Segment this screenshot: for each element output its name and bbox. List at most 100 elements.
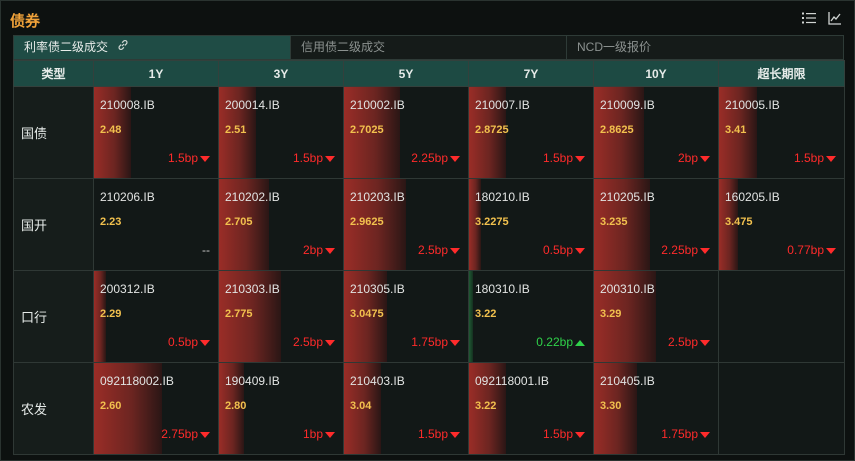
triangle-down-icon (200, 431, 210, 438)
bond-yield: 3.0475 (350, 308, 384, 320)
yield-change: 1.5bp (543, 427, 585, 441)
yield-change: 1.75bp (411, 335, 460, 349)
bond-cell-content: 210202.IB 2.705 2bp (219, 179, 343, 270)
triangle-down-icon (450, 247, 460, 254)
empty-cell (718, 362, 845, 455)
bond-cell[interactable]: 092118001.IB 3.22 1.5bp (468, 362, 594, 455)
bond-cell-content: 210303.IB 2.775 2.5bp (219, 271, 343, 362)
yield-change: 2.75bp (161, 427, 210, 441)
yield-change-text: 2.25bp (661, 243, 698, 257)
triangle-down-icon (200, 339, 210, 346)
bond-cell[interactable]: 210203.IB 2.9625 2.5bp (343, 178, 469, 271)
bond-code: 092118001.IB (475, 374, 549, 388)
table-row: 口行 200312.IB 2.29 0.5bp 210303.IB 2.775 2.5bp 2… (13, 270, 845, 363)
bond-cell[interactable]: 200310.IB 3.29 2.5bp (593, 270, 719, 363)
row-label: 国开 (13, 178, 94, 271)
bond-cell[interactable]: 160205.IB 3.475 0.77bp (718, 178, 845, 271)
bond-yield: 2.51 (225, 124, 247, 136)
bond-cell[interactable]: 210005.IB 3.41 1.5bp (718, 86, 845, 179)
yield-change: 2.5bp (668, 335, 710, 349)
bond-code: 200014.IB (225, 98, 280, 112)
triangle-down-icon (575, 247, 585, 254)
yield-change-text: 2bp (677, 151, 698, 165)
bond-code: 210405.IB (600, 374, 655, 388)
bond-cell-content: 210008.IB 2.48 1.5bp (94, 87, 218, 178)
tab-ncd-primary[interactable]: NCD一级报价 (567, 36, 843, 59)
table-row: 国债 210008.IB 2.48 1.5bp 200014.IB 2.51 1.5bp 21… (13, 86, 845, 179)
bond-code: 200310.IB (600, 282, 655, 296)
bond-cell[interactable]: 210403.IB 3.04 1.5bp (343, 362, 469, 455)
bond-yield: 3.30 (600, 400, 622, 412)
tab-rate-bond-secondary[interactable]: 利率债二级成交 (14, 36, 291, 59)
bond-code: 210005.IB (725, 98, 780, 112)
triangle-down-icon (325, 247, 335, 254)
bond-cell[interactable]: 200312.IB 2.29 0.5bp (93, 270, 219, 363)
bond-cell[interactable]: 210009.IB 2.8625 2bp (593, 86, 719, 179)
bond-cell-content: 190409.IB 2.80 1bp (219, 363, 343, 454)
bond-code: 210007.IB (475, 98, 530, 112)
bond-code: 210206.IB (100, 190, 155, 204)
tab-credit-bond-secondary[interactable]: 信用债二级成交 (291, 36, 567, 59)
yield-change: 2.25bp (411, 151, 460, 165)
bond-yield: 2.80 (225, 400, 247, 412)
list-icon[interactable] (802, 11, 816, 25)
col-header-ultra-long[interactable]: 超长期限 (718, 60, 845, 87)
bond-cell[interactable]: 210002.IB 2.7025 2.25bp (343, 86, 469, 179)
yield-change-text: 2bp (302, 243, 323, 257)
change-heat-bar (469, 271, 473, 362)
bond-cell[interactable]: 210303.IB 2.775 2.5bp (218, 270, 344, 363)
col-header-5y[interactable]: 5Y (343, 60, 469, 87)
bond-cell[interactable]: 092118002.IB 2.60 2.75bp (93, 362, 219, 455)
bond-cell[interactable]: 190409.IB 2.80 1bp (218, 362, 344, 455)
yield-change: 0.5bp (168, 335, 210, 349)
panel-title: 债券 (10, 13, 41, 30)
bond-cell[interactable]: 180310.IB 3.22 0.22bp (468, 270, 594, 363)
col-header-10y[interactable]: 10Y (593, 60, 719, 87)
bond-cell-content: 160205.IB 3.475 0.77bp (719, 179, 844, 270)
yield-change-text: 1.75bp (411, 335, 448, 349)
bond-yield: 2.9625 (350, 216, 384, 228)
header-icons (802, 11, 842, 25)
yield-change-text: 1.5bp (417, 427, 448, 441)
col-header-7y[interactable]: 7Y (468, 60, 594, 87)
triangle-down-icon (450, 431, 460, 438)
tab-label: 利率债二级成交 (24, 40, 109, 54)
table-row: 国开 210206.IB 2.23 -- 210202.IB 2.705 2bp 210203… (13, 178, 845, 271)
yield-change-text: 1.75bp (661, 427, 698, 441)
bond-cell[interactable]: 210205.IB 3.235 2.25bp (593, 178, 719, 271)
bond-yield: 2.8625 (600, 124, 634, 136)
table-row: 农发 092118002.IB 2.60 2.75bp 190409.IB 2.80 1bp… (13, 362, 845, 455)
bond-cell[interactable]: 210008.IB 2.48 1.5bp (93, 86, 219, 179)
col-header-3y[interactable]: 3Y (218, 60, 344, 87)
bond-yield: 3.22 (475, 400, 497, 412)
bond-panel: 债券 利率债二级成交 信用债二级成交 NCD一级报价 类型 1Y 3Y 5Y 7… (0, 0, 855, 461)
col-header-1y[interactable]: 1Y (93, 60, 219, 87)
triangle-up-icon (575, 339, 585, 346)
triangle-down-icon (200, 155, 210, 162)
bond-cell[interactable]: 180210.IB 3.2275 0.5bp (468, 178, 594, 271)
line-chart-icon[interactable] (828, 11, 842, 25)
bond-cell[interactable]: 210202.IB 2.705 2bp (218, 178, 344, 271)
yield-change-text: 1bp (302, 427, 323, 441)
bond-cell[interactable]: 210007.IB 2.8725 1.5bp (468, 86, 594, 179)
yield-change: 1.5bp (293, 151, 335, 165)
yield-change: 2.5bp (418, 243, 460, 257)
bond-code: 210303.IB (225, 282, 280, 296)
bond-cell-content: 210007.IB 2.8725 1.5bp (469, 87, 593, 178)
bond-cell-content: 200310.IB 3.29 2.5bp (594, 271, 718, 362)
bond-code: 210202.IB (225, 190, 280, 204)
bond-yield: 2.8725 (475, 124, 509, 136)
bond-cell[interactable]: 200014.IB 2.51 1.5bp (218, 86, 344, 179)
yield-change: 1.5bp (168, 151, 210, 165)
yield-change-text: 1.5bp (793, 151, 824, 165)
bond-cell-content: 200312.IB 2.29 0.5bp (94, 271, 218, 362)
bond-cell[interactable]: 210305.IB 3.0475 1.75bp (343, 270, 469, 363)
bond-cell[interactable]: 210405.IB 3.30 1.75bp (593, 362, 719, 455)
yield-change-text: 2.25bp (411, 151, 448, 165)
yield-change: 1.5bp (794, 151, 836, 165)
row-label: 口行 (13, 270, 94, 363)
bond-cell-content: 180210.IB 3.2275 0.5bp (469, 179, 593, 270)
yield-change-text: -- (202, 243, 210, 257)
bond-cell[interactable]: 210206.IB 2.23 -- (93, 178, 219, 271)
tab-bar: 利率债二级成交 信用债二级成交 NCD一级报价 (13, 35, 844, 60)
